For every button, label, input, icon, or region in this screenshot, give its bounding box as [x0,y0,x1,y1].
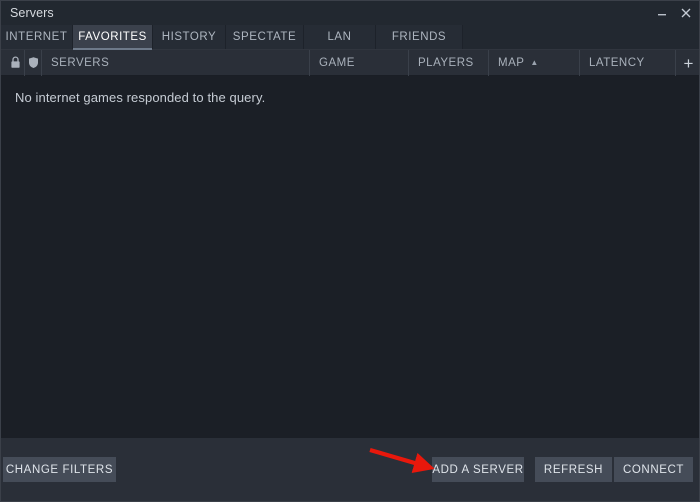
tab-friends-label: FRIENDS [391,31,447,43]
servers-dialog: Servers INTERNET FAVORITES HISTORY SPECT… [0,0,700,502]
connect-button[interactable]: CONNECT [614,457,693,482]
tab-favorites[interactable]: FAVORITES [73,25,153,50]
window-controls [651,1,697,25]
sort-ascending-icon: ▲ [530,57,539,67]
footer-bar: CHANGE FILTERS ADD A SERVER REFRESH CONN… [1,438,699,501]
column-players-label: PLAYERS [418,56,474,69]
column-header-icons [1,49,41,76]
change-filters-button[interactable]: CHANGE FILTERS [3,457,116,482]
tab-spectate[interactable]: SPECTATE [226,25,304,49]
tab-lan-label: LAN [327,31,352,43]
lock-icon[interactable] [7,50,24,76]
column-map-label: MAP [498,56,525,69]
tab-internet[interactable]: INTERNET [1,25,73,49]
column-header-servers[interactable]: SERVERS [41,49,309,76]
column-header-game[interactable]: GAME [309,49,408,76]
column-servers-label: SERVERS [51,56,110,69]
close-icon[interactable] [675,2,697,24]
column-header-players[interactable]: PLAYERS [408,49,488,76]
tab-bar: INTERNET FAVORITES HISTORY SPECTATE LAN … [1,25,699,50]
column-header-map[interactable]: MAP ▲ [488,49,579,76]
refresh-button[interactable]: REFRESH [535,457,612,482]
tab-internet-label: INTERNET [5,31,68,43]
column-game-label: GAME [319,56,355,69]
add-a-server-button[interactable]: ADD A SERVER [432,457,524,482]
column-latency-label: LATENCY [589,56,645,69]
shield-icon[interactable] [24,49,41,76]
tab-friends[interactable]: FRIENDS [376,25,463,49]
tab-lan[interactable]: LAN [304,25,376,49]
window-title: Servers [10,6,54,20]
minimize-icon[interactable] [651,2,673,24]
title-bar: Servers [1,1,699,25]
server-list-area[interactable]: No internet games responded to the query… [1,76,699,438]
tab-history[interactable]: HISTORY [153,25,226,49]
column-header-row: SERVERS GAME PLAYERS MAP ▲ LATENCY + [1,49,699,76]
tab-spectate-label: SPECTATE [232,31,297,43]
column-header-latency[interactable]: LATENCY [579,49,680,76]
tab-favorites-label: FAVORITES [78,31,147,43]
empty-list-message: No internet games responded to the query… [15,90,266,105]
tab-history-label: HISTORY [161,31,217,43]
add-column-icon[interactable]: + [675,50,699,76]
